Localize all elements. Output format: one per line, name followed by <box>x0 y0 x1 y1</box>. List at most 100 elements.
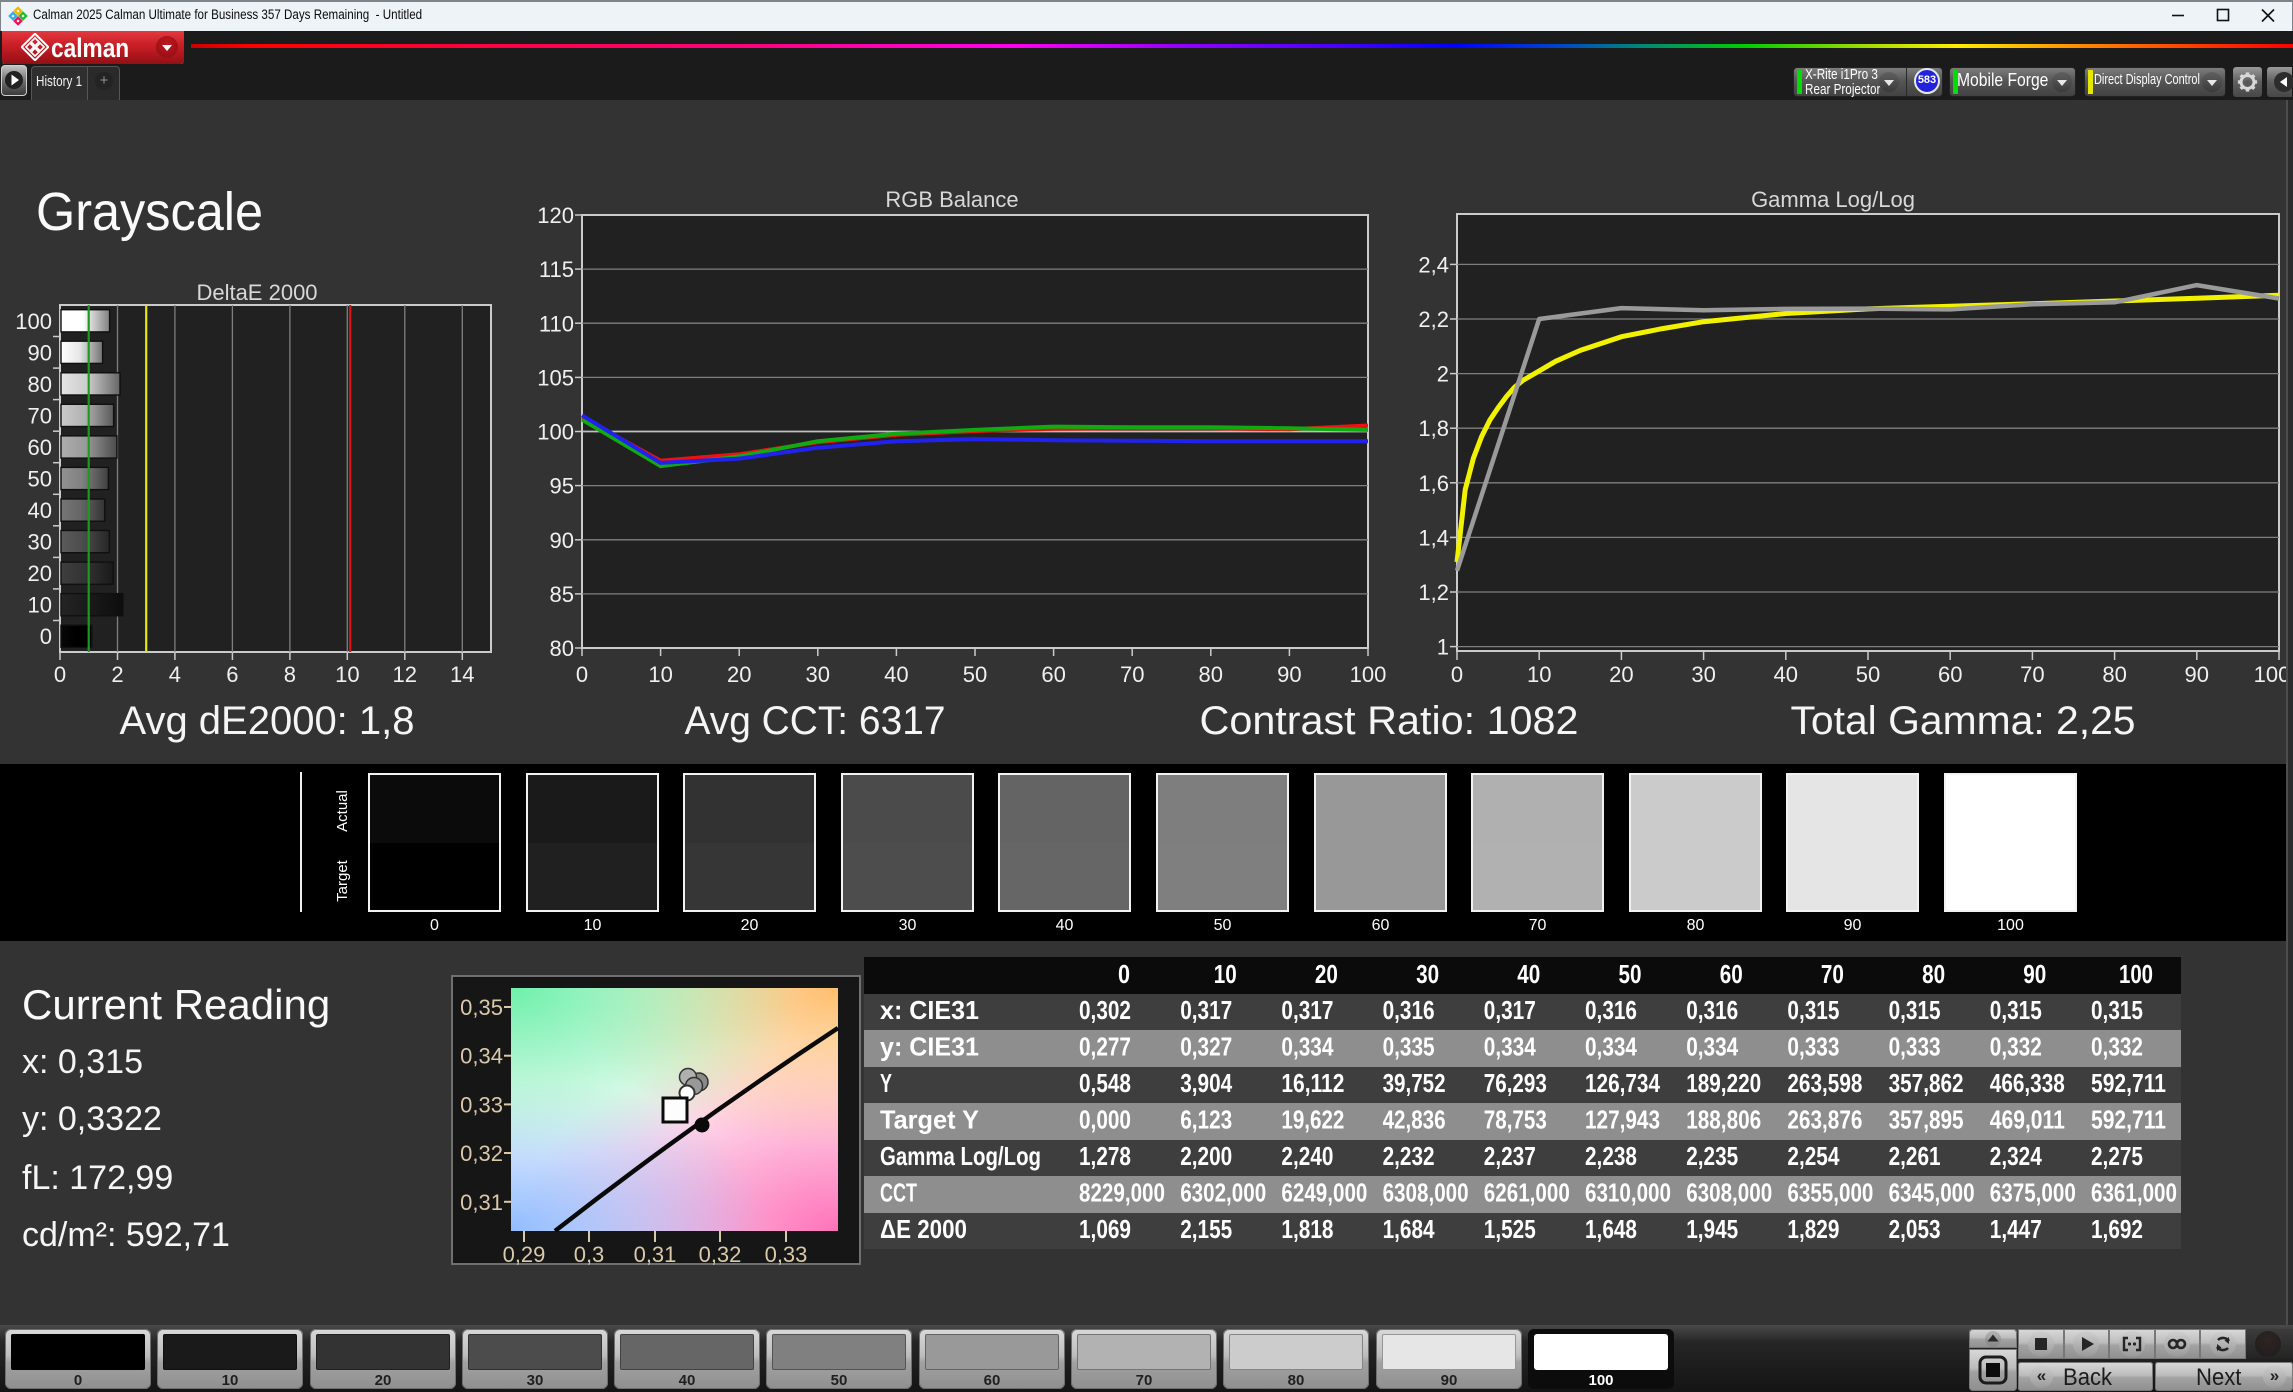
svg-text:10: 10 <box>28 593 52 618</box>
svg-text:Target: Target <box>336 859 351 902</box>
svg-text:90: 90 <box>2185 662 2209 687</box>
svg-text:0,31: 0,31 <box>460 1190 503 1215</box>
svg-text:6302,000: 6302,000 <box>1180 1178 1266 1208</box>
svg-text:0,3: 0,3 <box>574 1242 605 1265</box>
svg-text:105: 105 <box>537 365 574 390</box>
svg-text:x: CIE31: x: CIE31 <box>880 995 979 1025</box>
svg-text:2,254: 2,254 <box>1787 1141 1839 1171</box>
svg-text:Avg dE2000: 1,8: Avg dE2000: 1,8 <box>120 699 415 743</box>
svg-text:Avg CCT: 6317: Avg CCT: 6317 <box>685 699 946 743</box>
svg-text:0,31: 0,31 <box>634 1242 677 1265</box>
svg-text:20: 20 <box>727 662 751 687</box>
svg-text:0,335: 0,335 <box>1383 1032 1435 1062</box>
svg-text:357,895: 357,895 <box>1889 1105 1964 1135</box>
svg-text:80: 80 <box>550 636 574 661</box>
svg-text:592,711: 592,711 <box>2091 1068 2166 1098</box>
svg-text:50: 50 <box>28 467 52 492</box>
svg-text:0,317: 0,317 <box>1281 995 1333 1025</box>
svg-text:6: 6 <box>226 662 238 687</box>
svg-text:0,000: 0,000 <box>1079 1105 1131 1135</box>
svg-text:6308,000: 6308,000 <box>1383 1178 1469 1208</box>
svg-text:0,332: 0,332 <box>2091 1032 2143 1062</box>
svg-text:Total Gamma: 2,25: Total Gamma: 2,25 <box>1791 699 2136 743</box>
svg-text:DeltaE 2000: DeltaE 2000 <box>196 280 317 305</box>
svg-text:1,525: 1,525 <box>1484 1214 1536 1244</box>
svg-text:100: 100 <box>1350 662 1387 687</box>
svg-text:0,315: 0,315 <box>1787 995 1839 1025</box>
svg-text:0,334: 0,334 <box>1686 1032 1738 1062</box>
svg-text:20: 20 <box>1315 959 1338 989</box>
svg-text:0,315: 0,315 <box>1990 995 2042 1025</box>
svg-text:3,904: 3,904 <box>1180 1068 1232 1098</box>
svg-text:2,155: 2,155 <box>1180 1214 1232 1244</box>
svg-text:42,836: 42,836 <box>1383 1105 1446 1135</box>
svg-text:126,734: 126,734 <box>1585 1068 1660 1098</box>
svg-text:1,818: 1,818 <box>1281 1214 1333 1244</box>
svg-text:90: 90 <box>550 528 574 553</box>
svg-text:0,316: 0,316 <box>1383 995 1435 1025</box>
svg-text:70: 70 <box>28 403 52 428</box>
svg-text:0,332: 0,332 <box>1990 1032 2042 1062</box>
svg-text:188,806: 188,806 <box>1686 1105 1761 1135</box>
svg-text:120: 120 <box>537 203 574 228</box>
svg-text:60: 60 <box>1720 959 1743 989</box>
svg-text:2,237: 2,237 <box>1484 1141 1536 1171</box>
svg-text:100: 100 <box>2254 662 2291 687</box>
svg-text:78,753: 78,753 <box>1484 1105 1547 1135</box>
svg-text:1,278: 1,278 <box>1079 1141 1131 1171</box>
svg-text:1,069: 1,069 <box>1079 1214 1131 1244</box>
svg-text:10: 10 <box>648 662 672 687</box>
svg-text:0,548: 0,548 <box>1079 1068 1131 1098</box>
svg-text:2,200: 2,200 <box>1180 1141 1232 1171</box>
svg-text:6308,000: 6308,000 <box>1686 1178 1772 1208</box>
svg-text:80: 80 <box>1922 959 1945 989</box>
svg-text:Y: Y <box>880 1068 892 1098</box>
svg-text:0: 0 <box>40 624 52 649</box>
svg-text:95: 95 <box>550 474 574 499</box>
svg-text:90: 90 <box>2023 959 2046 989</box>
svg-text:6355,000: 6355,000 <box>1787 1178 1873 1208</box>
svg-text:0,302: 0,302 <box>1079 995 1131 1025</box>
svg-text:2,235: 2,235 <box>1686 1141 1738 1171</box>
svg-text:0,33: 0,33 <box>765 1242 808 1265</box>
svg-text:0,333: 0,333 <box>1787 1032 1839 1062</box>
svg-text:0,32: 0,32 <box>460 1141 503 1166</box>
svg-text:50: 50 <box>1619 959 1642 989</box>
svg-text:0,334: 0,334 <box>1585 1032 1637 1062</box>
svg-text:6345,000: 6345,000 <box>1889 1178 1975 1208</box>
svg-text:2,240: 2,240 <box>1281 1141 1333 1171</box>
svg-text:592,711: 592,711 <box>2091 1105 2166 1135</box>
svg-text:2,2: 2,2 <box>1418 307 1449 332</box>
svg-text:60: 60 <box>28 435 52 460</box>
svg-text:Gamma Log/Log: Gamma Log/Log <box>1751 187 1915 212</box>
svg-text:2,053: 2,053 <box>1889 1214 1941 1244</box>
svg-text:Actual: Actual <box>336 790 351 832</box>
svg-text:y: CIE31: y: CIE31 <box>880 1032 979 1062</box>
svg-text:50: 50 <box>1856 662 1880 687</box>
svg-text:0,315: 0,315 <box>2091 995 2143 1025</box>
svg-text:30: 30 <box>1416 959 1439 989</box>
svg-text:6,123: 6,123 <box>1180 1105 1232 1135</box>
svg-text:80: 80 <box>28 372 52 397</box>
svg-text:80: 80 <box>2102 662 2126 687</box>
svg-text:0,315: 0,315 <box>1889 995 1941 1025</box>
svg-text:20: 20 <box>28 561 52 586</box>
svg-text:50: 50 <box>963 662 987 687</box>
svg-text:0,316: 0,316 <box>1686 995 1738 1025</box>
svg-text:1,692: 1,692 <box>2091 1214 2143 1244</box>
svg-text:469,011: 469,011 <box>1990 1105 2065 1135</box>
svg-text:40: 40 <box>1774 662 1798 687</box>
svg-text:Contrast Ratio: 1082: Contrast Ratio: 1082 <box>1200 699 1579 743</box>
svg-text:30: 30 <box>28 530 52 555</box>
svg-text:100: 100 <box>537 420 574 445</box>
svg-text:19,622: 19,622 <box>1281 1105 1344 1135</box>
svg-text:16,112: 16,112 <box>1281 1068 1344 1098</box>
svg-text:RGB Balance: RGB Balance <box>885 187 1018 212</box>
svg-text:0,316: 0,316 <box>1585 995 1637 1025</box>
svg-text:12: 12 <box>393 662 417 687</box>
svg-text:357,862: 357,862 <box>1889 1068 1964 1098</box>
svg-text:0: 0 <box>576 662 588 687</box>
svg-text:70: 70 <box>1120 662 1144 687</box>
svg-text:14: 14 <box>450 662 474 687</box>
svg-text:2,324: 2,324 <box>1990 1141 2042 1171</box>
